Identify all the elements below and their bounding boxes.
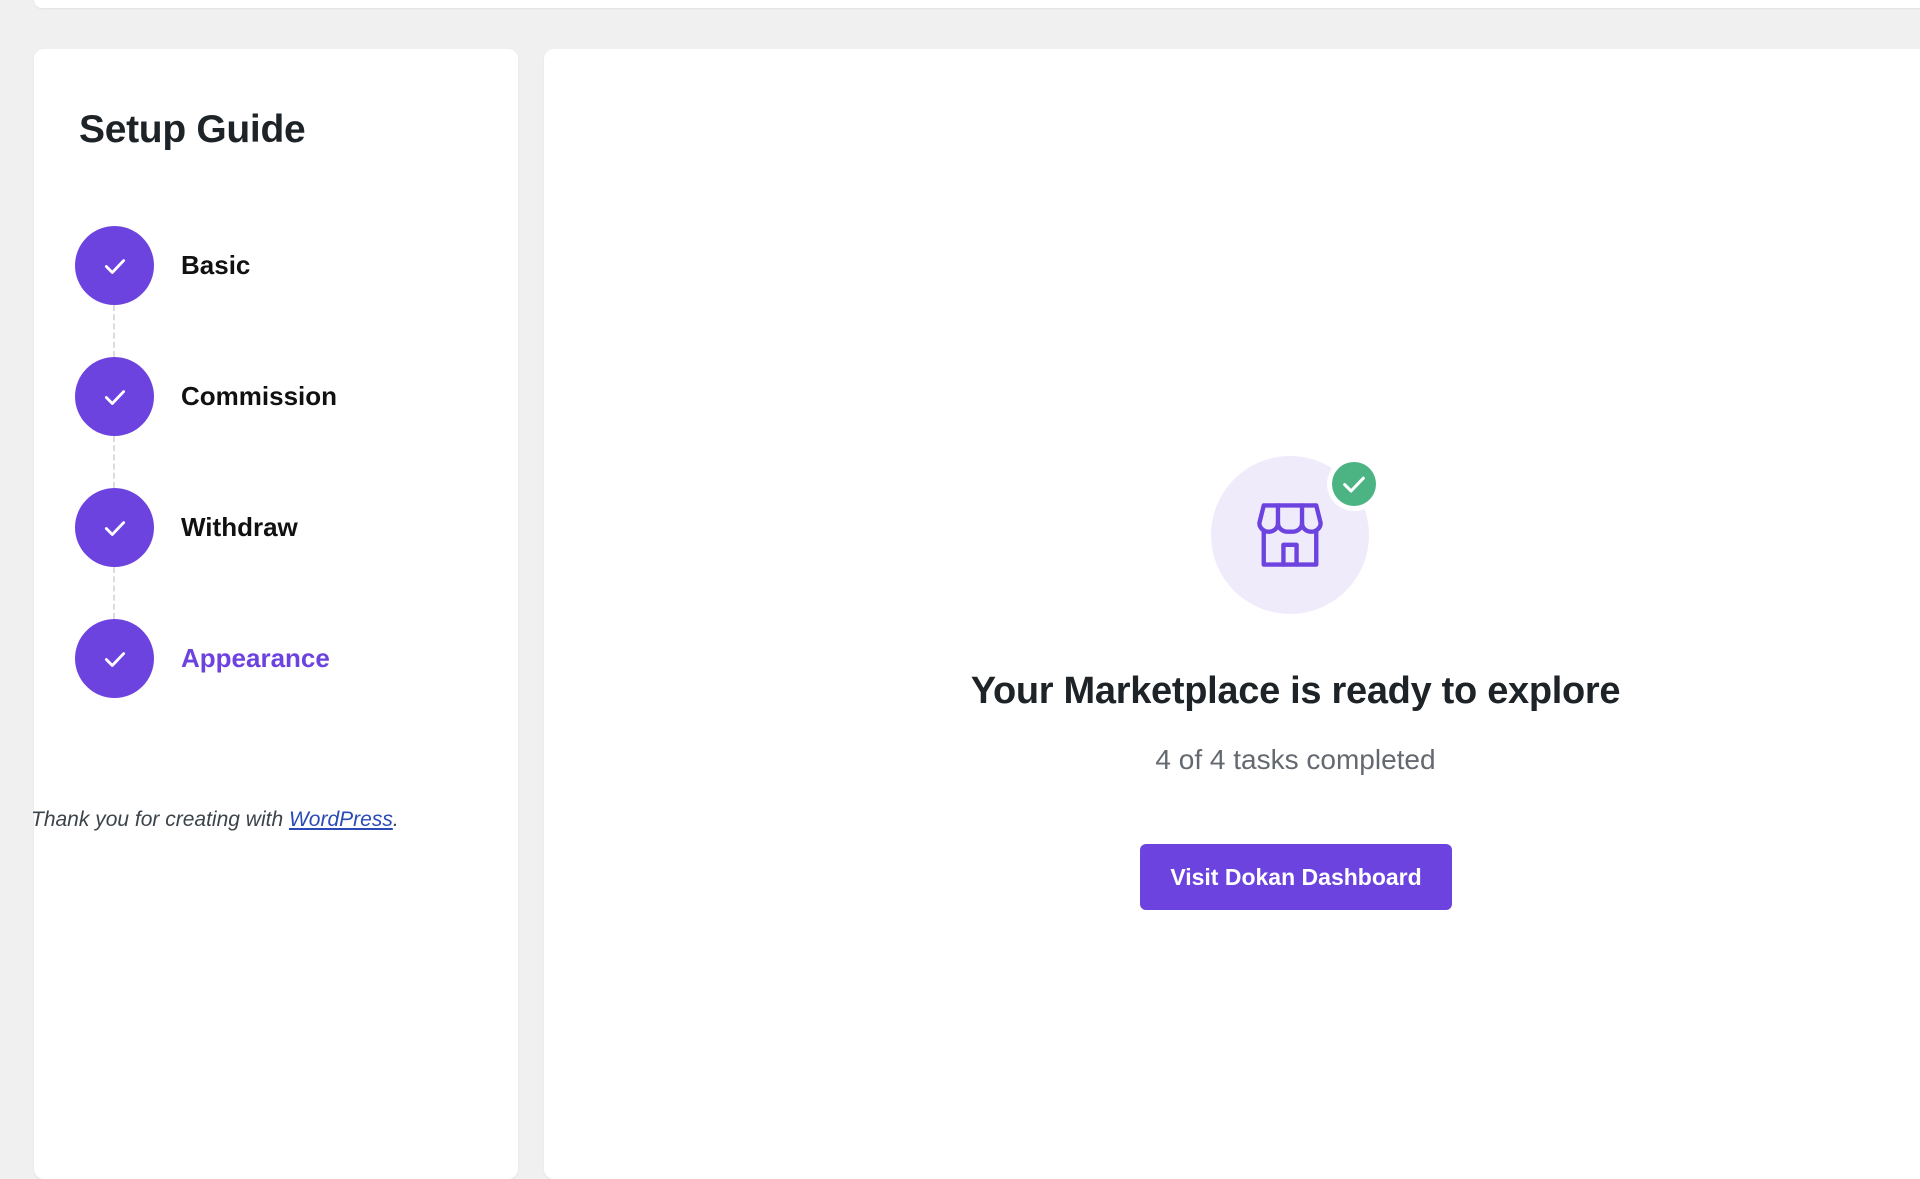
step-label: Commission	[181, 381, 338, 411]
check-icon	[104, 389, 125, 405]
step-label: Basic	[181, 250, 251, 280]
step-withdraw[interactable]: Withdraw	[75, 488, 298, 567]
footer-thanks-suffix: .	[392, 808, 399, 831]
step-completed-circle	[75, 488, 154, 567]
check-icon	[104, 258, 125, 274]
sidebar-title: Setup Guide	[79, 108, 306, 151]
step-label: Appearance	[181, 643, 330, 673]
step-appearance[interactable]: Appearance	[75, 619, 330, 698]
tasks-progress-text: 4 of 4 tasks completed	[1155, 744, 1436, 775]
check-badge-icon	[1343, 476, 1365, 493]
step-completed-circle	[75, 226, 154, 305]
success-badge	[1327, 457, 1381, 511]
completion-panel	[544, 49, 1920, 1179]
step-completed-circle	[75, 357, 154, 436]
step-completed-circle	[75, 619, 154, 698]
setup-guide-sidebar	[34, 49, 518, 1179]
check-icon	[104, 651, 125, 667]
top-bar	[34, 0, 1920, 8]
step-label: Withdraw	[181, 512, 298, 542]
success-badge-fill	[1332, 462, 1376, 506]
store-illustration	[1211, 456, 1381, 614]
step-commission[interactable]: Commission	[75, 357, 337, 436]
footer-thanks-text: Thank you for creating with WordPress.	[31, 808, 399, 832]
check-icon	[104, 520, 125, 536]
step-connector	[113, 567, 115, 619]
visit-dokan-dashboard-button[interactable]: Visit Dokan Dashboard	[1140, 844, 1452, 910]
step-connector	[113, 436, 115, 488]
step-basic[interactable]: Basic	[75, 226, 250, 305]
completion-headline: Your Marketplace is ready to explore	[970, 670, 1621, 712]
step-connector	[113, 305, 115, 357]
store-icon	[1257, 503, 1323, 567]
footer-thanks-prefix: Thank you for creating with	[31, 808, 289, 831]
wordpress-link[interactable]: WordPress	[289, 808, 393, 831]
